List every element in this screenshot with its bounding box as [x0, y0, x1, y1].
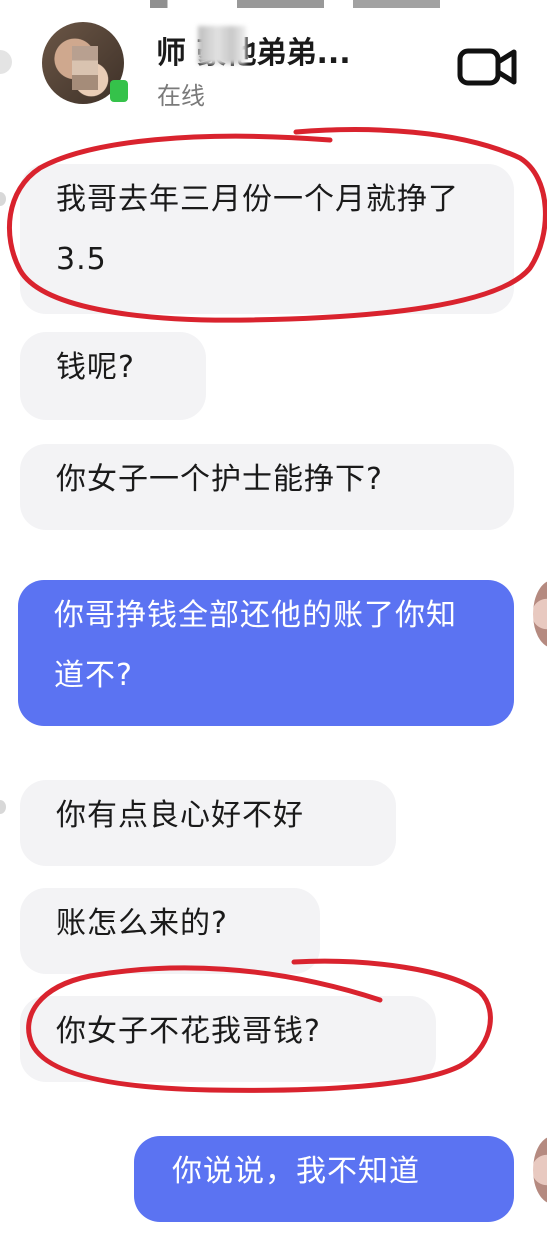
online-indicator-icon — [110, 80, 128, 102]
back-edge[interactable] — [0, 50, 12, 74]
message-bubble-outgoing[interactable]: 你说说，我不知道 — [134, 1136, 514, 1222]
message-text: 你女子不花我哥钱? — [56, 1014, 321, 1049]
my-avatar[interactable] — [533, 580, 547, 648]
my-avatar[interactable] — [533, 1136, 547, 1204]
message-bubble[interactable]: 你女子不花我哥钱? — [20, 996, 436, 1082]
message-bubble[interactable]: 你有点良心好不好 — [20, 780, 396, 866]
online-status: 在线 — [157, 82, 205, 110]
message-bubble[interactable]: 我哥去年三月份一个月就挣了 3.5 — [20, 164, 514, 314]
chat-header: 师 豪他弟弟... 在线 — [0, 0, 547, 125]
mosaic-blur — [72, 46, 98, 90]
message-text: 你女子一个护士能挣下? — [56, 462, 383, 497]
message-bubble[interactable]: 钱呢? — [20, 332, 206, 420]
message-text: 账怎么来的? — [56, 906, 228, 941]
gutter-marker — [0, 192, 6, 206]
video-camera-icon[interactable] — [456, 44, 518, 90]
message-text: 钱呢? — [56, 350, 135, 385]
gutter-marker — [0, 800, 6, 814]
message-text: 我哥去年三月份一个月就挣了 3.5 — [56, 182, 459, 277]
contact-name[interactable]: 师 豪他弟弟... — [156, 28, 351, 72]
message-bubble[interactable]: 账怎么来的? — [20, 888, 320, 974]
message-text: 你说说，我不知道 — [172, 1154, 420, 1189]
message-text: 你哥挣钱全部还他的账了你知道不? — [54, 598, 457, 693]
message-bubble[interactable]: 你女子一个护士能挣下? — [20, 444, 514, 530]
message-bubble-outgoing[interactable]: 你哥挣钱全部还他的账了你知道不? — [18, 580, 514, 726]
name-blur-mosaic — [198, 26, 246, 64]
message-text: 你有点良心好不好 — [56, 798, 304, 833]
